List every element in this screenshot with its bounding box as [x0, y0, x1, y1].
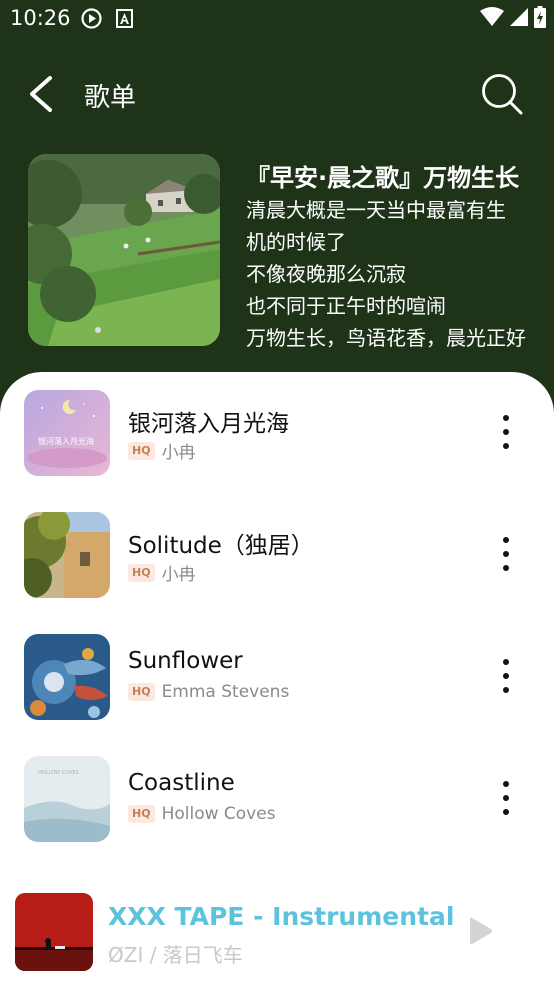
back-button[interactable] — [22, 72, 62, 116]
search-icon — [482, 74, 523, 115]
song-artist: Emma Stevens — [161, 682, 290, 702]
song-row[interactable]: HOLLOW COVES Coastline HQ Hollow Coves — [0, 756, 554, 868]
description-line: 万物生长，鸟语花香，晨光正好 — [246, 326, 526, 350]
song-cover: 银河落入月光海 — [24, 390, 110, 476]
song-artist: 小冉 — [161, 443, 196, 463]
song-title: Coastline — [128, 770, 235, 796]
more-vertical-icon — [503, 781, 509, 815]
solitude-cover-image — [24, 512, 110, 598]
sunflower-cover-image — [24, 634, 110, 720]
hq-badge: HQ — [128, 441, 155, 460]
search-button[interactable] — [478, 70, 526, 118]
playlist-screen: 10:26 歌单 『早安·晨之歌』万物生长 清晨大概是一天当中最富有生 机的时候… — [0, 0, 554, 986]
now-playing-artist: ØZI / 落日飞车 — [108, 943, 243, 967]
galaxy-cover-image: 银河落入月光海 — [24, 390, 110, 476]
status-time: 10:26 — [10, 6, 71, 30]
more-options-button[interactable] — [494, 534, 518, 574]
cover-text: 银河落入月光海 — [38, 436, 94, 446]
song-title: 银河落入月光海 — [128, 411, 289, 437]
tape-cover-image — [15, 893, 93, 971]
song-row[interactable]: Solitude（独居） HQ 小冉 — [0, 512, 554, 624]
more-options-button[interactable] — [494, 412, 518, 452]
song-meta: HQ Emma Stevens — [128, 682, 289, 702]
song-meta: HQ 小冉 — [128, 438, 196, 463]
now-playing-bar[interactable]: XXX TAPE - Instrumental ØZI / 落日飞车 — [0, 876, 554, 986]
song-title: Sunflower — [128, 648, 243, 674]
song-title: Solitude（独居） — [128, 533, 314, 559]
playlist-title: 『早安·晨之歌』万物生长 — [246, 164, 520, 192]
battery-charging-icon — [534, 6, 546, 28]
wifi-icon — [480, 7, 504, 26]
signal-icon — [510, 8, 528, 26]
more-vertical-icon — [503, 537, 509, 571]
description-line: 不像夜晚那么沉寂 — [246, 262, 406, 286]
hq-badge: HQ — [128, 805, 155, 823]
page-title: 歌单 — [84, 83, 137, 113]
playlist-cover[interactable] — [28, 154, 220, 346]
description-line: 清晨大概是一天当中最富有生 — [246, 198, 506, 222]
play-circle-icon — [81, 8, 102, 29]
hq-badge: HQ — [128, 563, 155, 582]
play-icon — [470, 917, 492, 945]
notification-a-icon — [116, 9, 133, 28]
song-artist: Hollow Coves — [161, 804, 276, 824]
play-button[interactable] — [466, 916, 494, 946]
more-options-button[interactable] — [494, 778, 518, 818]
song-cover — [24, 512, 110, 598]
hq-badge: HQ — [128, 683, 155, 701]
cover-text: HOLLOW COVES — [38, 770, 79, 776]
more-options-button[interactable] — [494, 656, 518, 696]
song-row[interactable]: Sunflower HQ Emma Stevens — [0, 634, 554, 746]
song-cover — [24, 634, 110, 720]
song-meta: HQ 小冉 — [128, 560, 196, 585]
status-indicators — [480, 6, 546, 28]
description-line: 也不同于正午时的喧闹 — [246, 294, 446, 318]
now-playing-title: XXX TAPE - Instrumental — [108, 902, 455, 931]
more-vertical-icon — [503, 415, 509, 449]
now-playing-cover[interactable] — [15, 893, 93, 971]
playlist-description: 清晨大概是一天当中最富有生 机的时候了 不像夜晚那么沉寂 也不同于正午时的喧闹 … — [246, 194, 536, 354]
description-line: 机的时候了 — [246, 230, 346, 254]
countryside-cover-image — [28, 154, 220, 346]
song-cover: HOLLOW COVES — [24, 756, 110, 842]
status-bar: 10:26 — [0, 0, 554, 38]
chevron-left-icon — [30, 76, 52, 112]
song-row[interactable]: 银河落入月光海 银河落入月光海 HQ 小冉 — [0, 390, 554, 502]
song-meta: HQ Hollow Coves — [128, 804, 276, 824]
song-artist: 小冉 — [161, 565, 196, 585]
coastline-cover-image: HOLLOW COVES — [24, 756, 110, 842]
more-vertical-icon — [503, 659, 509, 693]
